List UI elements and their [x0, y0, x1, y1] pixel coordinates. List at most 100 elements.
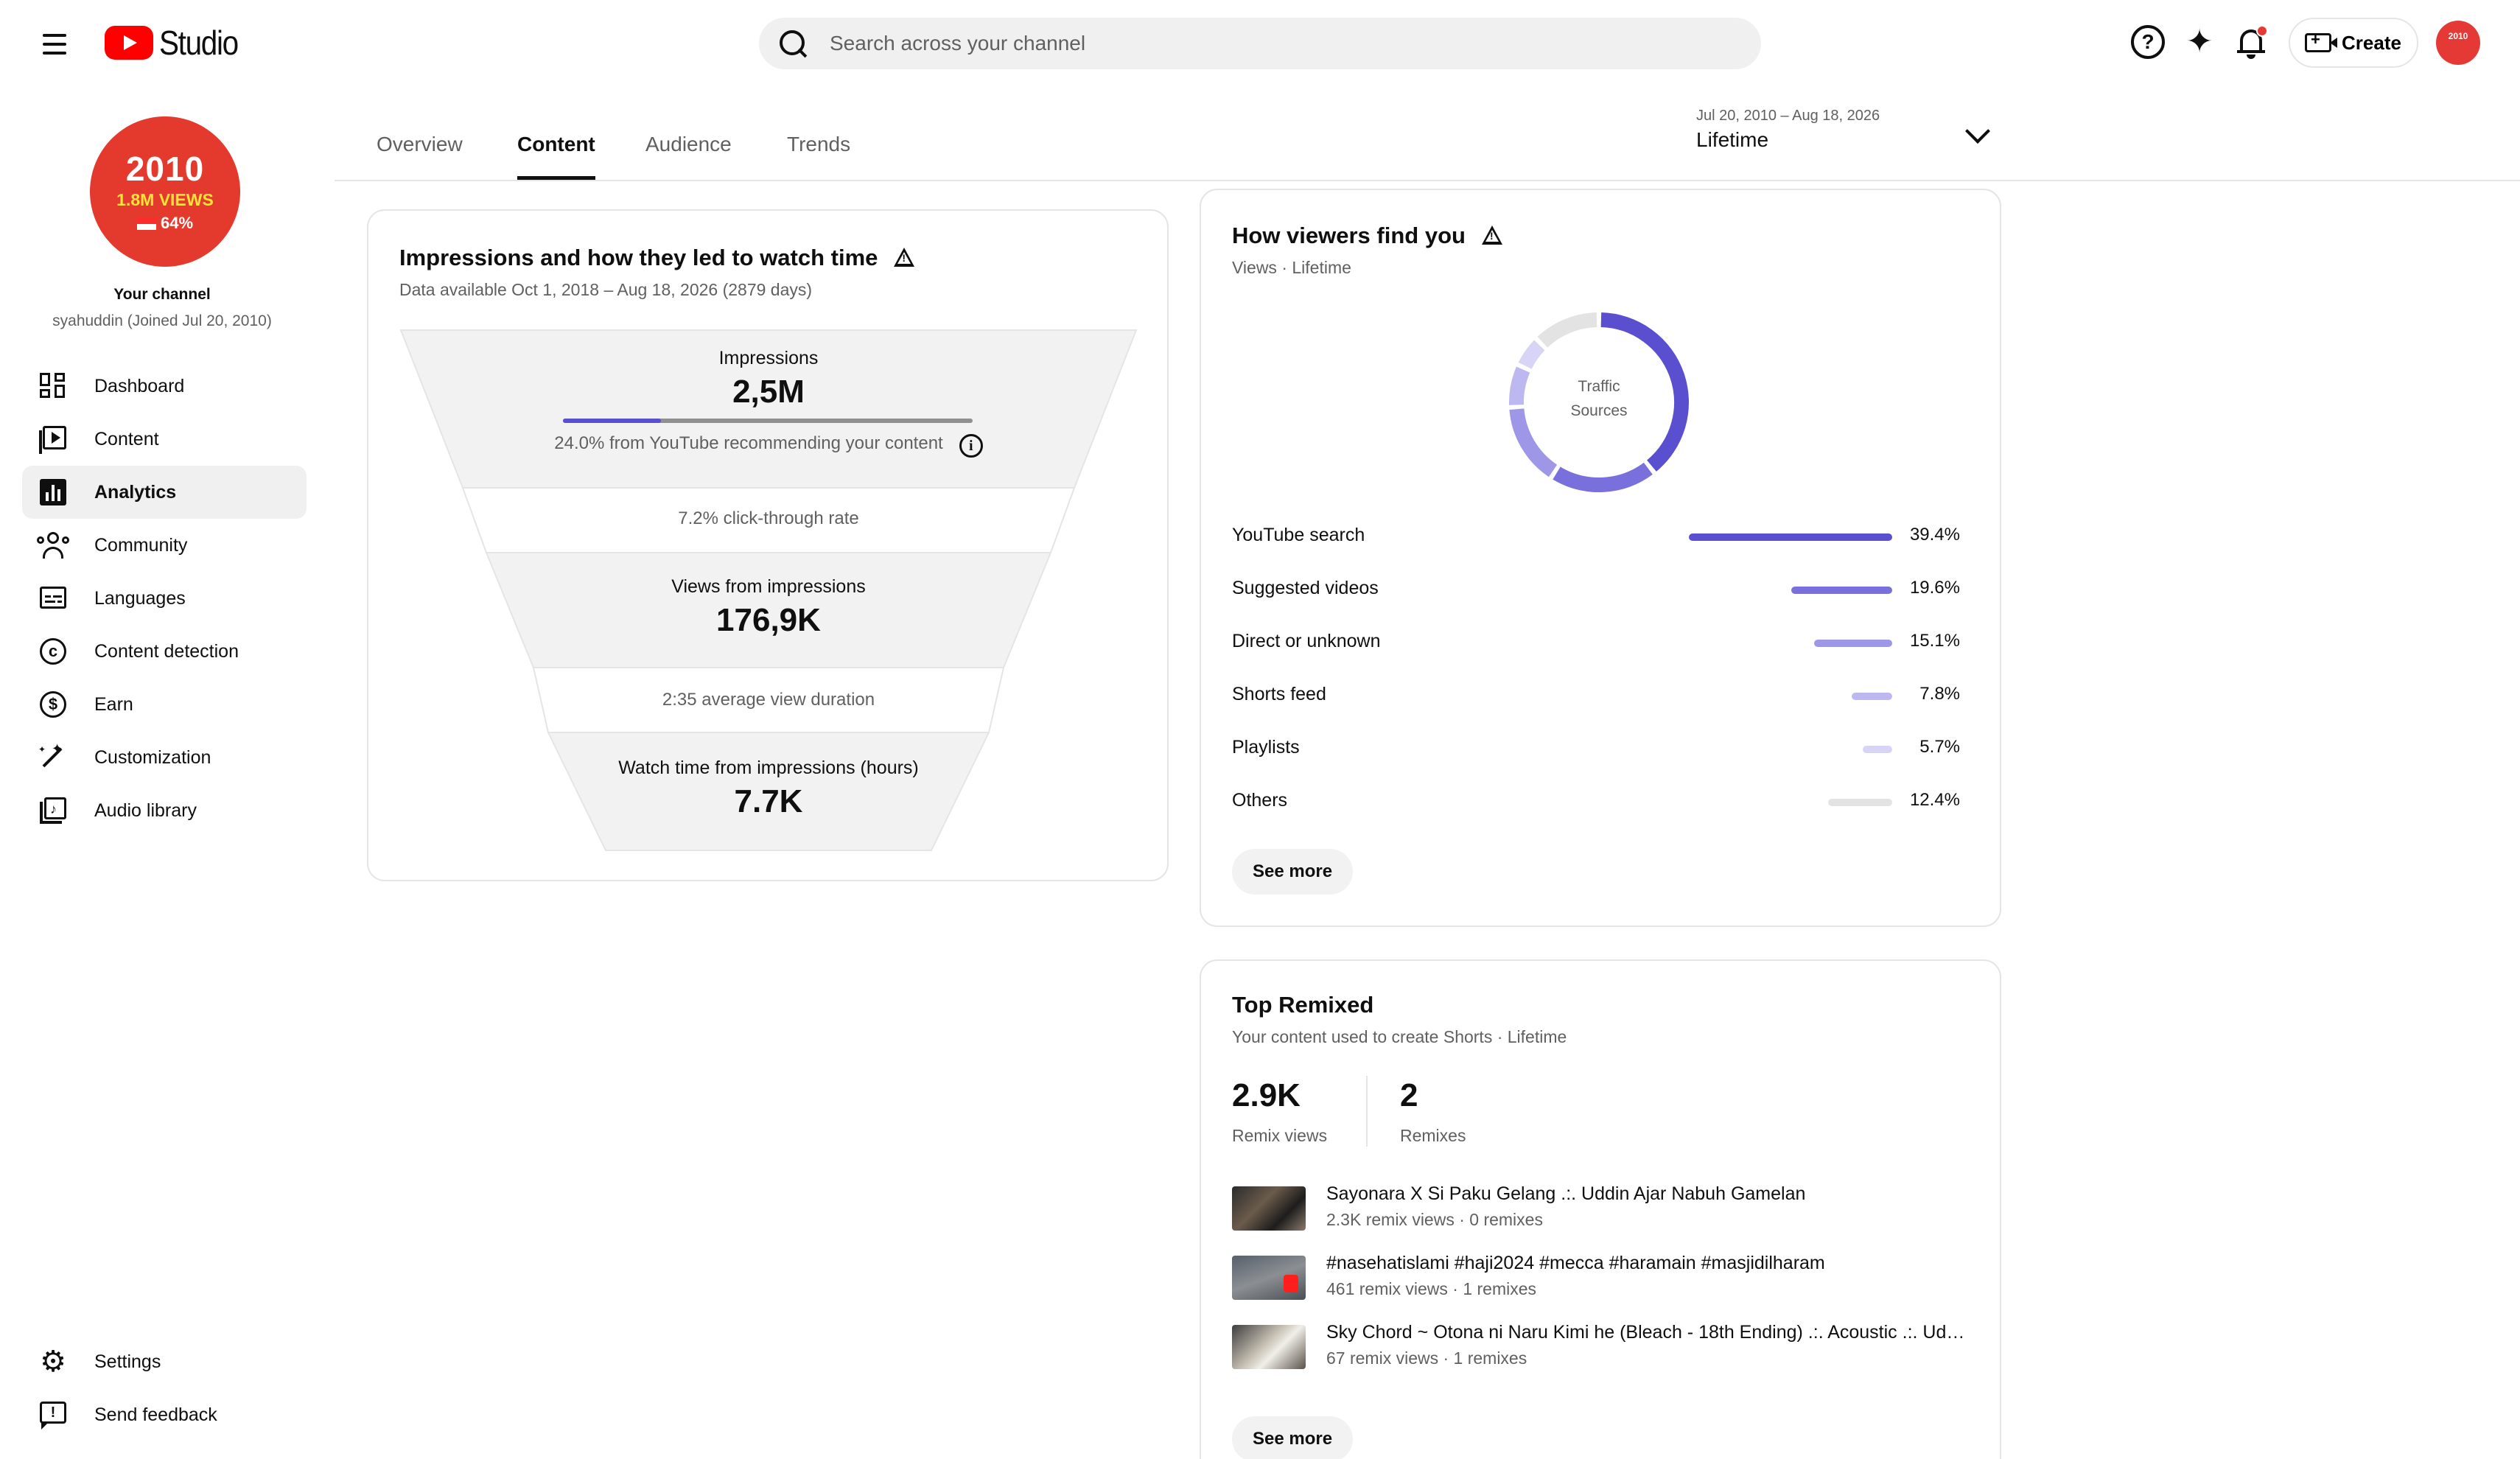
sidebar-item-label: Languages: [94, 587, 186, 609]
traffic-source-name: Direct or unknown: [1232, 631, 1381, 651]
traffic-see-more-button[interactable]: See more: [1232, 849, 1354, 895]
analytics-tabs: Overview Content Audience Trends: [335, 87, 2520, 181]
donut-slice[interactable]: [1518, 340, 1545, 370]
stat-divider: [1366, 1076, 1368, 1147]
remix-see-more-button[interactable]: See more: [1232, 1416, 1354, 1459]
traffic-source-value: 5.7%: [1919, 737, 1960, 757]
donut-center-label: Traffic Sources: [1502, 374, 1696, 423]
video-thumbnail[interactable]: [1232, 1325, 1306, 1369]
sidebar-item-analytics[interactable]: Analytics: [22, 466, 307, 519]
sidebar-item-label: Community: [94, 534, 188, 556]
traffic-source-row[interactable]: Suggested videos 19.6%: [1201, 575, 2001, 604]
traffic-card-subtitle: Views · Lifetime: [1232, 258, 1351, 277]
info-icon[interactable]: i: [959, 433, 983, 458]
channel-avatar-views: 1.8M VIEWS: [116, 190, 214, 209]
remix-item-meta: 461 remix views · 1 remixes: [1326, 1279, 1537, 1298]
recommend-progress-fill: [563, 419, 662, 423]
traffic-source-name: YouTube search: [1232, 525, 1365, 545]
traffic-source-name: Others: [1232, 790, 1288, 811]
donut-slice[interactable]: [1537, 312, 1597, 348]
remix-item[interactable]: Sayonara X Si Paku Gelang .:. Uddin Ajar…: [1232, 1183, 1984, 1242]
menu-icon[interactable]: [40, 29, 71, 59]
remixes-stat: 2 Remixes: [1400, 1077, 1466, 1146]
channel-subtitle: syahuddin (Joined Jul 20, 2010): [52, 312, 272, 329]
sidebar-item-customization[interactable]: ✦ ✦ Customization: [22, 731, 307, 784]
help-icon[interactable]: ?: [2131, 25, 2165, 59]
remix-card-subtitle: Your content used to create Shorts · Lif…: [1232, 1027, 1567, 1046]
traffic-source-value: 39.4%: [1909, 525, 1960, 545]
traffic-source-bar: [1689, 533, 1892, 541]
remix-item[interactable]: Sky Chord ~ Otona ni Naru Kimi he (Bleac…: [1232, 1322, 1984, 1381]
traffic-source-row[interactable]: Direct or unknown 15.1%: [1201, 628, 2001, 657]
watch-time-label: Watch time from impressions (hours): [618, 758, 919, 778]
donut-slice[interactable]: [1553, 462, 1653, 492]
recommend-text: 24.0% from YouTube recommending your con…: [554, 433, 943, 453]
remix-item[interactable]: #nasehatislami #haji2024 #mecca #haramai…: [1232, 1253, 1984, 1312]
remix-card-title: Top Remixed: [1232, 992, 1374, 1018]
create-button[interactable]: Create: [2289, 18, 2418, 68]
video-thumbnail[interactable]: [1232, 1186, 1306, 1231]
video-camera-add-icon: [2305, 30, 2337, 52]
sidebar-item-label: Earn: [94, 693, 133, 715]
languages-icon: [37, 582, 69, 615]
sidebar-item-label: Dashboard: [94, 375, 185, 396]
notification-dot: [2256, 25, 2268, 37]
traffic-source-row[interactable]: Playlists 5.7%: [1201, 734, 2001, 763]
sidebar-item-languages[interactable]: Languages: [22, 572, 307, 625]
sidebar-item-dashboard[interactable]: Dashboard: [22, 360, 307, 413]
account-avatar[interactable]: 2010: [2436, 21, 2480, 65]
impressions-label: Impressions: [718, 348, 819, 368]
tab-content[interactable]: Content: [517, 133, 595, 180]
channel-label: Your channel: [113, 286, 211, 303]
create-label: Create: [2342, 31, 2401, 54]
donut-center-line-1: Traffic: [1578, 378, 1620, 395]
sidebar-item-audio-library[interactable]: ♪ Audio library: [22, 784, 307, 837]
notifications-bell-icon[interactable]: [2234, 25, 2268, 59]
watch-time-stage[interactable]: Watch time from impressions (hours) 7.7K: [368, 758, 1169, 820]
sidebar-item-settings[interactable]: ⚙ Settings: [22, 1335, 307, 1388]
dashboard-icon: [37, 370, 69, 402]
audio-library-icon: ♪: [37, 794, 69, 827]
remix-item-title[interactable]: #nasehatislami #haji2024 #mecca #haramai…: [1326, 1253, 1975, 1274]
tab-trends[interactable]: Trends: [787, 133, 850, 180]
views-stage[interactable]: Views from impressions 176,9K: [368, 576, 1169, 639]
recommend-row: 24.0% from YouTube recommending your con…: [368, 433, 1169, 458]
studio-logo[interactable]: Studio: [105, 22, 248, 63]
indonesia-flag-icon: [136, 218, 156, 231]
sidebar-item-earn[interactable]: $ Earn: [22, 678, 307, 731]
sidebar-item-content-detection[interactable]: c Content detection: [22, 625, 307, 678]
remix-item-title[interactable]: Sky Chord ~ Otona ni Naru Kimi he (Bleac…: [1326, 1322, 1975, 1343]
traffic-source-bar: [1852, 693, 1892, 700]
analytics-icon: [37, 476, 69, 508]
video-thumbnail[interactable]: [1232, 1256, 1306, 1300]
traffic-source-bar: [1791, 587, 1892, 594]
traffic-source-bar: [1814, 640, 1892, 647]
traffic-source-row[interactable]: Shorts feed 7.8%: [1201, 681, 2001, 710]
search-input[interactable]: [830, 32, 1714, 55]
tab-audience[interactable]: Audience: [645, 133, 732, 180]
sparkle-icon[interactable]: ✦: [2183, 25, 2216, 59]
impressions-stage[interactable]: Impressions 2,5M: [368, 348, 1169, 410]
sidebar-item-send-feedback[interactable]: ! Send feedback: [22, 1388, 307, 1441]
traffic-card-title: How viewers find you: [1232, 223, 1502, 249]
channel-avatar[interactable]: 2010 1.8M VIEWS 64%: [90, 116, 240, 267]
search-bar[interactable]: [759, 18, 1761, 69]
remix-item-title[interactable]: Sayonara X Si Paku Gelang .:. Uddin Ajar…: [1326, 1183, 1975, 1205]
warning-icon[interactable]: [1481, 225, 1502, 245]
account-avatar-text: 2010: [2448, 31, 2468, 41]
sidebar-item-content[interactable]: Content: [22, 413, 307, 466]
remixes-value: 2: [1400, 1077, 1418, 1113]
gear-icon: ⚙: [40, 1346, 66, 1378]
ctr-text[interactable]: 7.2% click-through rate: [368, 508, 1169, 529]
traffic-source-row[interactable]: Others 12.4%: [1201, 787, 2001, 816]
impressions-card: Impressions and how they led to watch ti…: [367, 209, 1169, 881]
sidebar-item-label: Content: [94, 428, 159, 449]
tab-overview[interactable]: Overview: [377, 133, 463, 180]
sidebar-item-community[interactable]: Community: [22, 519, 307, 572]
avg-view-duration-text[interactable]: 2:35 average view duration: [368, 690, 1169, 710]
date-range-label[interactable]: Lifetime: [1696, 128, 1768, 152]
remix-views-stat: 2.9K Remix views: [1232, 1077, 1327, 1146]
date-range-text[interactable]: Jul 20, 2010 – Aug 18, 2026: [1696, 108, 1880, 125]
traffic-source-row[interactable]: YouTube search 39.4%: [1201, 522, 2001, 551]
traffic-source-value: 15.1%: [1909, 631, 1960, 651]
